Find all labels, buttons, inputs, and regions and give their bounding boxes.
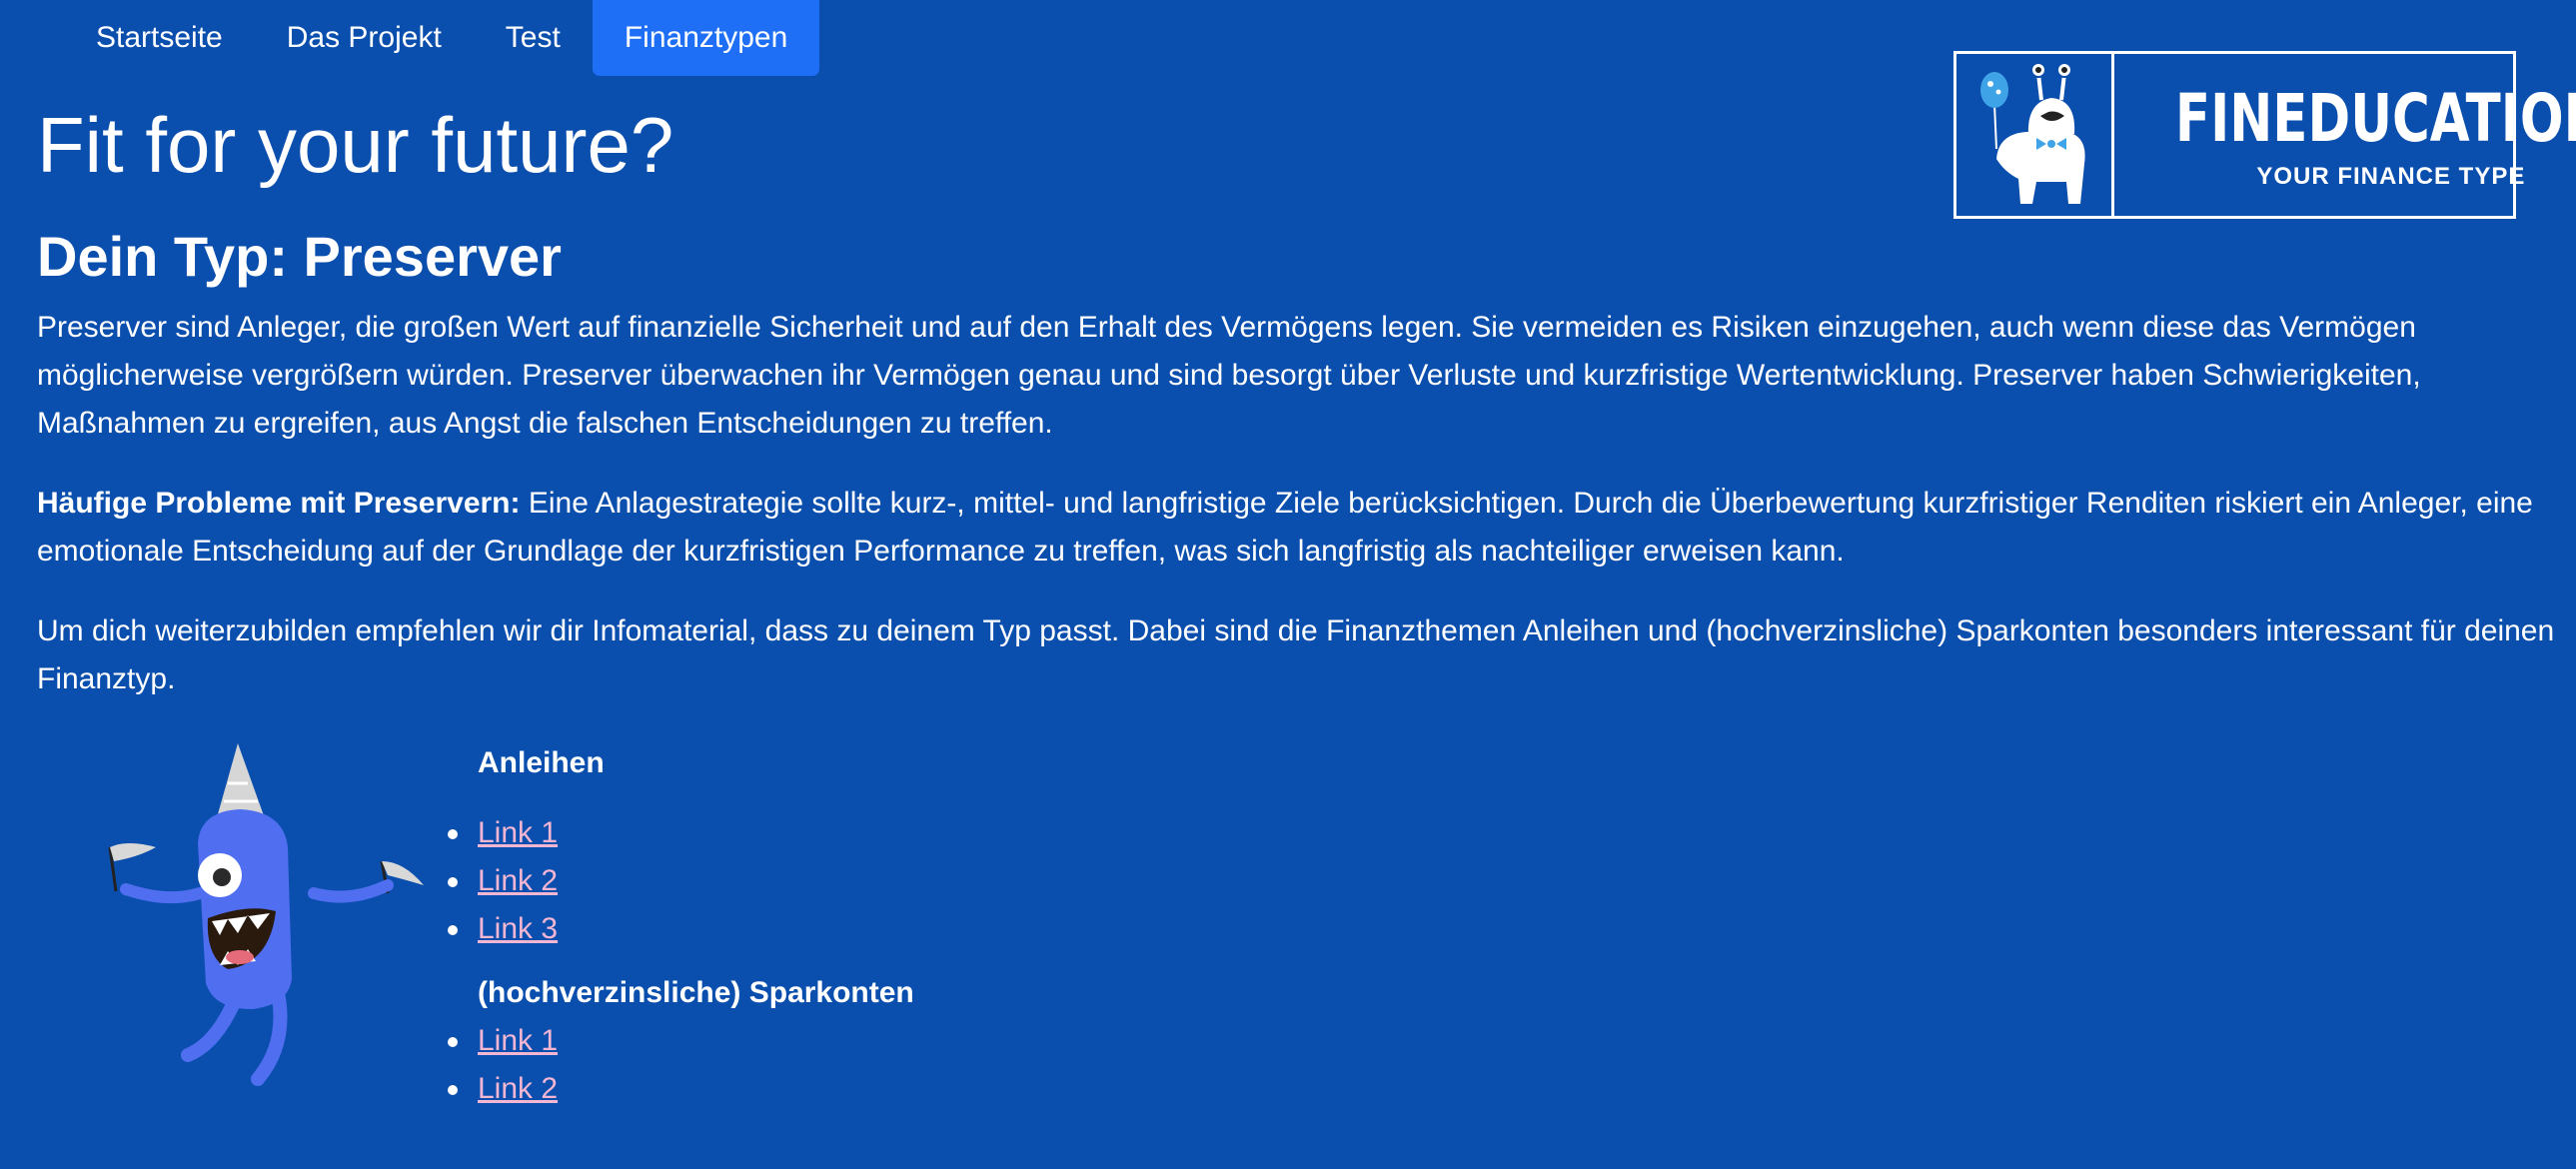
logo-tagline: YOUR FINANCE TYPE: [2256, 162, 2526, 190]
problems-paragraph: Häufige Probleme mit Preservern: Eine An…: [37, 480, 2555, 576]
description-paragraph: Preserver sind Anleger, die großen Wert …: [37, 311, 2421, 440]
logo-brand-text: FINEDUCATION: [2174, 79, 2576, 157]
sparkonten-link-1[interactable]: Link 1: [478, 1024, 558, 1057]
sparkonten-link-2[interactable]: Link 2: [478, 1072, 558, 1105]
list-item: Link 3: [448, 905, 914, 953]
preserver-monster-illustration: [88, 743, 448, 1093]
nav-das-projekt[interactable]: Das Projekt: [255, 0, 474, 76]
monster-mascot-icon: [1956, 54, 2114, 216]
anleihen-link-3[interactable]: Link 3: [478, 912, 558, 945]
recommendation-paragraph: Um dich weiterzubilden empfehlen wir dir…: [37, 614, 2555, 695]
page-title: Fit for your future?: [37, 101, 674, 189]
list-item: Link 1: [448, 809, 914, 857]
topics-section: Anleihen Link 1 Link 2 Link 3 (hochverzi…: [448, 739, 914, 1129]
type-description: Preserver sind Anleger, die großen Wert …: [37, 304, 2555, 735]
list-item: Link 2: [448, 1065, 914, 1113]
topic-link-list: Link 1 Link 2: [448, 1017, 914, 1113]
anleihen-link-2[interactable]: Link 2: [478, 864, 558, 897]
fineducation-logo[interactable]: FINEDUCATION YOUR FINANCE TYPE: [1953, 51, 2576, 219]
topic-sparkonten: (hochverzinsliche) Sparkonten Link 1 Lin…: [448, 969, 914, 1113]
problems-label: Häufige Probleme mit Preservern:: [37, 487, 521, 520]
type-heading: Dein Typ: Preserver: [37, 225, 562, 288]
topic-anleihen: Anleihen Link 1 Link 2 Link 3: [448, 739, 914, 953]
nav-startseite[interactable]: Startseite: [64, 0, 255, 76]
anleihen-link-1[interactable]: Link 1: [478, 816, 558, 849]
list-item: Link 1: [448, 1017, 914, 1065]
list-item: Link 2: [448, 857, 914, 905]
topic-title: (hochverzinsliche) Sparkonten: [478, 976, 914, 1009]
topic-title: Anleihen: [478, 746, 605, 779]
main-nav: Startseite Das Projekt Test Finanztypen: [64, 0, 820, 76]
nav-test[interactable]: Test: [474, 0, 593, 76]
topic-link-list: Link 1 Link 2 Link 3: [448, 809, 914, 953]
nav-finanztypen[interactable]: Finanztypen: [592, 0, 820, 76]
